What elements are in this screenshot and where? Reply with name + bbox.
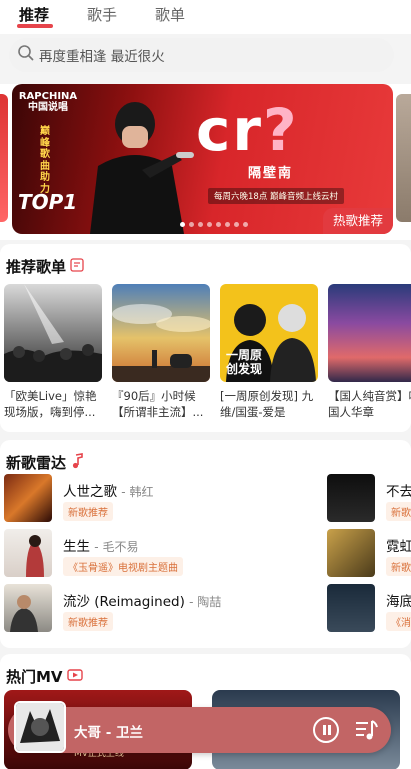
mini-player[interactable]: 大哥 - 卫兰 [8, 701, 391, 753]
song-title: 人世之歌 - 韩红 [63, 480, 153, 500]
playlist-cover-text: 一周原创发现 [226, 348, 263, 376]
carousel-dot[interactable] [198, 222, 203, 227]
recommended-playlists-section: 推荐歌单 「欧美Live」惊艳现场版，嗨到停... 『90后』小时候【所谓非主流… [0, 244, 411, 432]
active-tab-indicator [17, 24, 53, 28]
song-row[interactable]: 不去 新歌 [327, 474, 411, 522]
tab-recommend[interactable]: 推荐 [19, 4, 49, 25]
top-tab-bar: 推荐 歌手 歌单 [0, 0, 411, 34]
song-title: 霓虹 [386, 535, 411, 555]
banner-artist-name: 隔壁南 [248, 166, 294, 181]
playlist-queue-button[interactable] [353, 717, 379, 743]
queue-icon [356, 720, 378, 740]
carousel-dot[interactable] [243, 222, 248, 227]
search-placeholder: 再度重相逢 最近很火 [39, 49, 165, 65]
video-icon [66, 668, 83, 686]
song-tag: 新歌推荐 [63, 612, 113, 631]
playlist-name: 【国人纯音赏】听国人华章 [328, 389, 411, 419]
song-tag: 《玉骨遥》电视剧主题曲 [63, 557, 183, 576]
carousel-dot[interactable] [180, 222, 185, 227]
carousel-dots [180, 222, 248, 227]
song-title: 生生 - 毛不易 [63, 535, 138, 555]
song-row[interactable]: 生生 - 毛不易 《玉骨遥》电视剧主题曲 [4, 529, 324, 577]
search-icon [17, 44, 39, 66]
carousel-dot[interactable] [189, 222, 194, 227]
banner-slide[interactable]: RAPCHINA 中国说唱 巅峰歌曲助力 TOP1 cr? 隔壁南 每周六晚18… [12, 84, 393, 234]
song-title-text: 流沙 (Reimagined) [63, 594, 185, 610]
song-row[interactable]: 流沙 (Reimagined) - 陶喆 新歌推荐 [4, 584, 324, 632]
section-title-text: 新歌雷达 [6, 454, 67, 472]
playlist-cover [328, 284, 411, 382]
carousel-dot[interactable] [225, 222, 230, 227]
tab-playlists[interactable]: 歌单 [155, 4, 185, 25]
song-cover [327, 529, 375, 577]
search-bar[interactable]: 再度重相逢 最近很火 [9, 38, 394, 72]
song-title-text: 生生 [63, 539, 90, 555]
carousel-dot[interactable] [234, 222, 239, 227]
playlist-name: 「欧美Live」惊艳现场版，嗨到停... [4, 389, 97, 419]
song-cover [4, 474, 52, 522]
song-tag: 《消 [386, 612, 411, 631]
section-title: 新歌雷达 [6, 452, 84, 473]
banner-next-peek[interactable] [396, 94, 411, 222]
new-songs-section: 新歌雷达 人世之歌 - 韩红 新歌推荐 生生 - 毛不易 《玉骨遥》电视剧主题曲… [0, 440, 411, 648]
banner-artist-image [90, 102, 194, 234]
carousel-dot[interactable] [216, 222, 221, 227]
song-title: 不去 [386, 480, 411, 500]
banner-side-text: 巅峰歌曲助力 [40, 126, 50, 195]
song-row[interactable]: 霓虹 新歌 [327, 529, 411, 577]
banner-headline-question: ? [262, 96, 299, 164]
section-title-text: 热门MV [6, 668, 63, 686]
banner-subtitle: 每周六晚18点 巅峰音频上线云村 [208, 188, 345, 204]
now-playing-cover[interactable] [14, 701, 66, 753]
banner-headline-text: cr [196, 96, 263, 164]
banner-logo: RAPCHINA 中国说唱 [18, 91, 78, 113]
song-row[interactable]: 海底 《消 [327, 584, 411, 632]
song-cover [4, 584, 52, 632]
song-title-text: 海底 [386, 594, 411, 610]
playlist-name: 『90后』小时候【所谓非主流】... [112, 389, 204, 419]
music-note-icon [70, 452, 84, 473]
section-title: 热门MV [6, 666, 83, 687]
playlist-cover [4, 284, 102, 382]
playlist-card[interactable]: 『90后』小时候【所谓非主流】... [112, 284, 210, 420]
song-cover [327, 474, 375, 522]
song-title: 流沙 (Reimagined) - 陶喆 [63, 590, 221, 610]
playlist-name: [一周原创发现] 九维/国蛋-爱是 [220, 389, 314, 419]
song-artist: - 陶喆 [189, 595, 222, 609]
playlist-cover: 一周原创发现 [220, 284, 318, 382]
song-title-text: 霓虹 [386, 539, 411, 555]
banner-headline: cr? [196, 96, 299, 164]
tab-singers[interactable]: 歌手 [87, 4, 117, 25]
song-cover [4, 529, 52, 577]
section-title: 推荐歌单 [6, 256, 84, 277]
song-row[interactable]: 人世之歌 - 韩红 新歌推荐 [4, 474, 324, 522]
song-title-text: 人世之歌 [63, 484, 117, 500]
song-cover [327, 584, 375, 632]
song-artist: - 韩红 [121, 485, 154, 499]
playlist-card[interactable]: 一周原创发现 [一周原创发现] 九维/国蛋-爱是 [220, 284, 318, 420]
banner-badge[interactable]: 热歌推荐 [322, 208, 393, 234]
playlist-card[interactable]: 【国人纯音赏】听国人华章 [328, 284, 411, 420]
song-tag: 新歌 [386, 502, 411, 521]
song-tag: 新歌 [386, 557, 411, 576]
playlist-card[interactable]: 「欧美Live」惊艳现场版，嗨到停... [4, 284, 102, 420]
banner-top-text: TOP1 [18, 190, 78, 214]
pause-button[interactable] [313, 717, 339, 743]
song-title: 海底 [386, 590, 411, 610]
carousel-dot[interactable] [207, 222, 212, 227]
now-playing-title: 大哥 - 卫兰 [74, 725, 144, 741]
playlist-icon [70, 257, 84, 276]
song-tag: 新歌推荐 [63, 502, 113, 521]
banner-carousel: RAPCHINA 中国说唱 巅峰歌曲助力 TOP1 cr? 隔壁南 每周六晚18… [0, 84, 411, 240]
playlist-cover [112, 284, 210, 382]
section-title-text: 推荐歌单 [6, 258, 67, 276]
song-title-text: 不去 [386, 484, 411, 500]
banner-prev-peek[interactable] [0, 94, 8, 222]
song-artist: - 毛不易 [94, 540, 139, 554]
